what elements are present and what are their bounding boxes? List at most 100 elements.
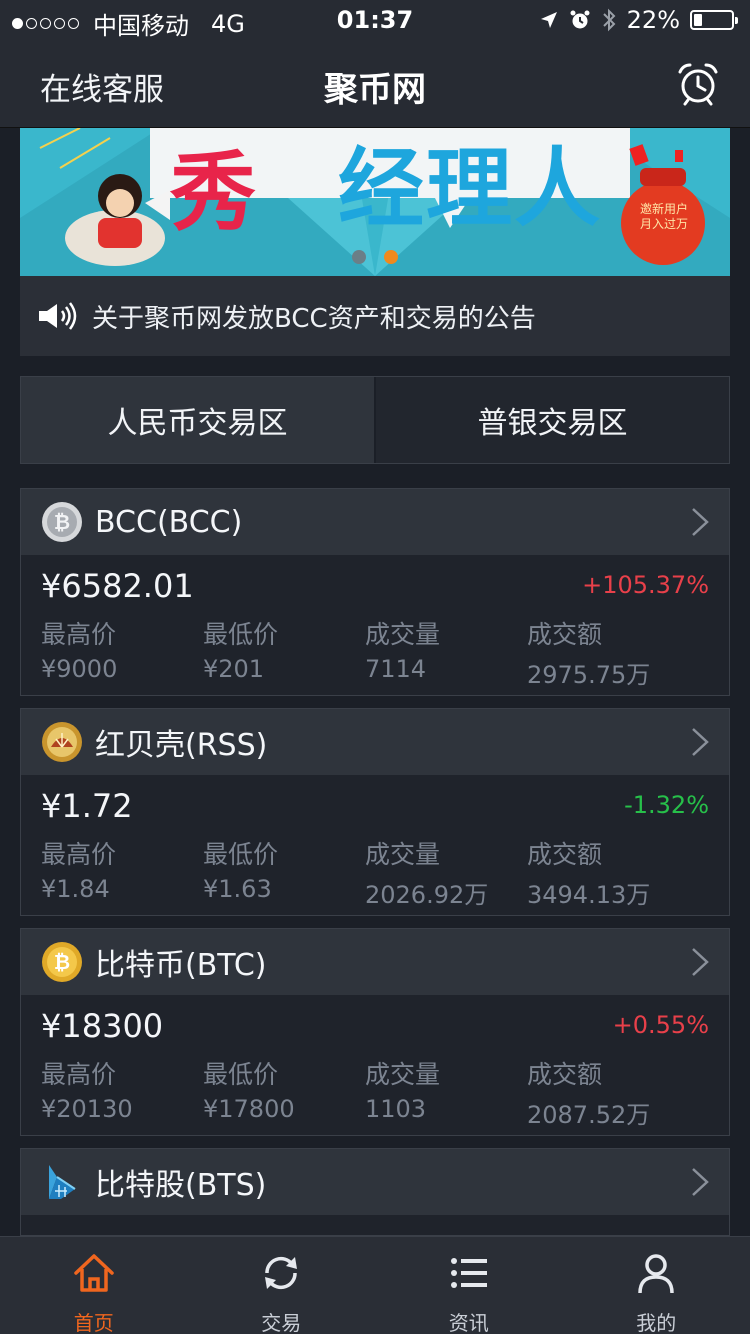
stat-volume: 成交量 7114 (365, 615, 527, 690)
bottom-tab-bar: 首页 交易 资讯 我的 (0, 1236, 750, 1334)
pager-dot[interactable] (352, 250, 366, 264)
coin-change: +0.55% (612, 1011, 709, 1039)
bts-coin-icon (49, 1165, 76, 1199)
tab-puyin-zone[interactable]: 普银交易区 (376, 377, 729, 463)
page-title: 聚币网 (324, 70, 426, 110)
stat-label: 成交额 (527, 1060, 603, 1089)
stat-label: 最高价 (41, 840, 117, 869)
stat-value: 1103 (365, 1095, 427, 1123)
tab-label: 首页 (73, 1311, 114, 1334)
stat-label: 成交量 (365, 1060, 441, 1089)
coin-name: 红贝壳(RSS) (95, 728, 268, 763)
stat-value: 7114 (365, 655, 427, 683)
tab-trade[interactable]: 交易 (188, 1237, 376, 1334)
stat-value: 2026.92万 (365, 881, 489, 909)
stat-value: ¥9000 (41, 655, 118, 683)
rss-coin-icon (42, 722, 82, 762)
banner-main-text: 经理人 (338, 139, 602, 239)
stat-label: 最低价 (203, 840, 279, 869)
banner-pager (20, 250, 730, 264)
coin-card-header[interactable]: 红贝壳(RSS) (21, 709, 729, 775)
speaker-icon (39, 302, 77, 330)
tab-news[interactable]: 资讯 (375, 1237, 563, 1334)
stat-low: 最低价 ¥17800 (203, 1055, 365, 1130)
coin-name: 比特币(BTC) (95, 948, 267, 983)
coin-stats: 最高价 ¥20130 最低价 ¥17800 成交量 1103 成交额 2087.52万 (41, 1055, 721, 1130)
refresh-icon (265, 1256, 298, 1290)
coin-card-header[interactable]: 比特股(BTS) (21, 1149, 729, 1215)
coin-change: -1.32% (624, 791, 709, 819)
status-bar: 中国移动 4G 01:37 22% (0, 0, 750, 40)
stat-value: 2087.52万 (527, 1101, 651, 1129)
coin-price: ¥18300 (41, 1007, 164, 1045)
chevron-right-icon (692, 728, 709, 756)
user-icon (638, 1254, 674, 1294)
banner-tag: 邀新用户 月入过万 (624, 202, 704, 232)
stat-amount: 成交额 2087.52万 (527, 1055, 689, 1130)
coin-price: ¥1.72 (41, 787, 133, 825)
stat-amount: 成交额 2975.75万 (527, 615, 689, 690)
status-left: 中国移动 4G (12, 6, 245, 41)
stat-label: 最低价 (203, 1060, 279, 1089)
stat-volume: 成交量 1103 (365, 1055, 527, 1130)
alarm-clock-icon[interactable] (674, 60, 722, 108)
announcement-text: 关于聚币网发放BCC资产和交易的公告 (92, 303, 536, 334)
stat-volume: 成交量 2026.92万 (365, 835, 527, 910)
status-right: 22% (539, 6, 738, 34)
coin-name: 比特股(BTS) (95, 1168, 267, 1203)
stat-label: 成交额 (527, 840, 603, 869)
coin-change: +105.37% (582, 571, 709, 599)
stat-value: ¥1.63 (203, 875, 272, 903)
coin-card-header[interactable]: ₿ 比特币(BTC) (21, 929, 729, 995)
banner-tag-line2: 月入过万 (639, 217, 688, 231)
announcement-bar[interactable]: 关于聚币网发放BCC资产和交易的公告 (20, 276, 730, 356)
svg-text:₿: ₿ (54, 950, 70, 974)
network-type: 4G (211, 9, 245, 38)
tab-rmb-zone[interactable]: 人民币交易区 (21, 377, 376, 463)
stat-value: ¥17800 (203, 1095, 295, 1123)
chevron-right-icon (692, 508, 709, 536)
list-icon (450, 1258, 487, 1288)
banner-tag-line1: 邀新用户 (639, 202, 688, 216)
battery-percent: 22% (626, 6, 680, 34)
coin-stats: 最高价 ¥9000 最低价 ¥201 成交量 7114 成交额 2975.75万 (41, 615, 721, 690)
stat-value: 3494.13万 (527, 881, 651, 909)
stat-label: 成交量 (365, 840, 441, 869)
tab-mine[interactable]: 我的 (563, 1237, 750, 1334)
coin-card-header[interactable]: ₿ BCC(BCC) (21, 489, 729, 555)
coin-card-body: ¥6582.01 +105.37% 最高价 ¥9000 最低价 ¥201 成交量 71… (21, 555, 729, 695)
home-icon (74, 1254, 114, 1292)
chevron-right-icon (692, 1168, 709, 1196)
tab-label: 交易 (261, 1311, 302, 1334)
stat-label: 最高价 (41, 620, 117, 649)
stat-value: ¥20130 (41, 1095, 133, 1123)
signal-strength-icon (12, 18, 79, 29)
stat-high: 最高价 ¥9000 (41, 615, 203, 690)
coin-card-body: ¥1.72 -1.32% 最高价 ¥1.84 最低价 ¥1.63 成交量 2026.9… (21, 775, 729, 915)
banner-ribbon-text: 秀 (170, 143, 256, 243)
stat-label: 最高价 (41, 1060, 117, 1089)
tab-home[interactable]: 首页 (0, 1237, 188, 1334)
alarm-status-icon (570, 10, 590, 29)
stat-high: 最高价 ¥20130 (41, 1055, 203, 1130)
tab-label: 资讯 (448, 1311, 489, 1334)
stat-low: 最低价 ¥1.63 (203, 835, 365, 910)
pager-dot-active[interactable] (384, 250, 398, 264)
promo-banner[interactable]: 秀 经理人 邀新用户 月入过万 (20, 128, 730, 276)
location-arrow-icon (540, 12, 557, 28)
stat-label: 最低价 (203, 620, 279, 649)
stat-value: ¥201 (203, 655, 265, 683)
coin-card-bts[interactable]: 比特股(BTS) (20, 1148, 730, 1236)
stat-label: 成交量 (365, 620, 441, 649)
carrier-name: 中国移动 (93, 12, 189, 40)
coin-card-rss[interactable]: 红贝壳(RSS) ¥1.72 -1.32% 最高价 ¥1.84 最低价 ¥1.63 … (20, 708, 730, 916)
coin-name: BCC(BCC) (95, 504, 243, 540)
coin-card-btc[interactable]: ₿ 比特币(BTC) ¥18300 +0.55% 最高价 ¥20130 最低价 ¥1… (20, 928, 730, 1136)
coin-card-bcc[interactable]: ₿ BCC(BCC) ¥6582.01 +105.37% 最高价 ¥9000 最低… (20, 488, 730, 696)
stat-low: 最低价 ¥201 (203, 615, 365, 690)
nav-bar: 在线客服 聚币网 (0, 40, 750, 128)
battery-icon (690, 10, 738, 30)
market-zone-tabs: 人民币交易区 普银交易区 (20, 376, 730, 464)
stat-amount: 成交额 3494.13万 (527, 835, 689, 910)
coin-stats: 最高价 ¥1.84 最低价 ¥1.63 成交量 2026.92万 成交额 3494.13… (41, 835, 721, 910)
